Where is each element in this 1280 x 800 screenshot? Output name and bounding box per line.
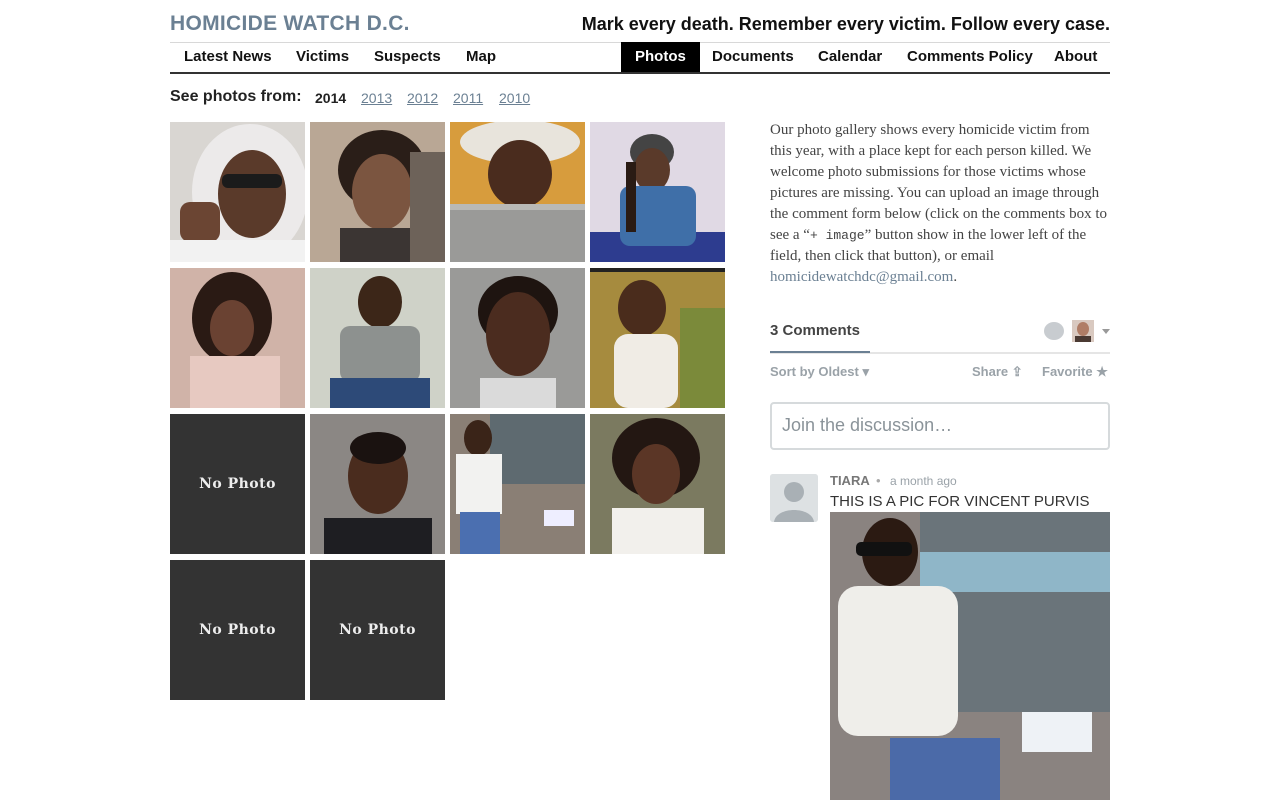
page: HOMICIDE WATCH D.C. Mark every death. Re… <box>170 0 1110 800</box>
nav-about[interactable]: About <box>1040 42 1111 72</box>
victim-photo-image <box>450 268 585 408</box>
nav-documents[interactable]: Documents <box>698 42 808 72</box>
chevron-down-icon: ▾ <box>862 364 870 379</box>
intro-text: Our photo gallery shows every homicide v… <box>770 122 1108 243</box>
user-avatar-icon <box>1072 320 1094 342</box>
year-2012[interactable]: 2012 <box>407 90 438 106</box>
nav-calendar[interactable]: Calendar <box>804 42 896 72</box>
victim-photo[interactable] <box>590 414 725 554</box>
comments-header: 3 Comments <box>770 320 1110 354</box>
share-button[interactable]: Share ⇪ <box>972 364 1023 380</box>
victim-photo[interactable] <box>310 268 445 408</box>
chevron-down-icon[interactable] <box>1102 329 1110 334</box>
nav-comments-policy[interactable]: Comments Policy <box>893 42 1047 72</box>
photo-gallery-intro: Our photo gallery shows every homicide v… <box>770 120 1110 288</box>
victim-photo-image <box>310 268 445 408</box>
victim-photo-image <box>450 122 585 262</box>
notification-bubble-icon[interactable] <box>1044 322 1064 340</box>
favorite-button[interactable]: Favorite ★ <box>1042 364 1108 380</box>
victim-photo[interactable] <box>590 268 725 408</box>
no-photo-label: No Photo <box>199 622 276 638</box>
no-photo-label: No Photo <box>339 622 416 638</box>
comment-photo <box>830 512 1110 800</box>
victim-photo[interactable] <box>170 268 305 408</box>
no-photo-placeholder[interactable]: No Photo <box>170 414 305 554</box>
nav-suspects[interactable]: Suspects <box>360 42 455 72</box>
intro-end: . <box>953 269 958 285</box>
no-photo-placeholder[interactable]: No Photo <box>310 560 445 700</box>
comment-text: THIS IS A PIC FOR VINCENT PURVIS <box>830 493 1090 510</box>
victim-photo[interactable] <box>450 268 585 408</box>
sort-label: Sort by Oldest <box>770 364 859 379</box>
email-link[interactable]: homicidewatchdc@gmail.com <box>770 269 953 285</box>
comments-count-tab[interactable]: 3 Comments <box>770 322 871 353</box>
nav-victims[interactable]: Victims <box>282 42 363 72</box>
commenter-avatar[interactable] <box>770 474 818 522</box>
victim-photo[interactable] <box>310 414 445 554</box>
share-label: Share <box>972 364 1009 379</box>
year-filter: See photos from: 2014 2013 2012 2011 201… <box>170 88 530 108</box>
nav-latest-news[interactable]: Latest News <box>170 42 286 72</box>
victim-photo[interactable] <box>590 122 725 262</box>
default-avatar-icon <box>770 474 818 522</box>
year-2010[interactable]: 2010 <box>499 90 530 106</box>
comment-attached-image[interactable] <box>830 512 1110 800</box>
year-2013[interactable]: 2013 <box>361 90 392 106</box>
year-2011[interactable]: 2011 <box>453 90 483 106</box>
no-photo-placeholder[interactable]: No Photo <box>170 560 305 700</box>
site-tagline: Mark every death. Remember every victim.… <box>581 14 1110 34</box>
intro-code: + image <box>809 228 865 243</box>
no-photo-label: No Photo <box>199 476 276 492</box>
favorite-label: Favorite <box>1042 364 1093 379</box>
victim-photo[interactable] <box>450 122 585 262</box>
site-title[interactable]: HOMICIDE WATCH D.C. <box>170 12 410 36</box>
sort-dropdown[interactable]: Sort by Oldest ▾ <box>770 364 869 380</box>
victim-photo-image <box>310 122 445 262</box>
victim-photo-image <box>170 122 305 262</box>
victim-photo-image <box>450 414 585 554</box>
victim-photo-image <box>590 414 725 554</box>
victim-photo-image <box>310 414 445 554</box>
year-2014[interactable]: 2014 <box>315 90 346 106</box>
victim-photo[interactable] <box>450 414 585 554</box>
comment-timestamp[interactable]: a month ago <box>890 474 957 488</box>
comment-author[interactable]: TIARA <box>830 473 870 488</box>
nav-map[interactable]: Map <box>452 42 510 72</box>
star-icon: ★ <box>1096 364 1108 379</box>
victim-photo-image <box>590 122 725 262</box>
main-nav: Latest News Victims Suspects Map Photos … <box>170 42 1110 74</box>
victim-photo[interactable] <box>170 122 305 262</box>
victim-photo-image <box>170 268 305 408</box>
victim-photo-image <box>590 268 725 408</box>
year-filter-label: See photos from: <box>170 88 302 105</box>
share-icon: ⇪ <box>1011 364 1023 379</box>
comment-input[interactable]: Join the discussion… <box>770 402 1110 450</box>
victim-photo[interactable] <box>310 122 445 262</box>
separator-dot: • <box>876 473 881 488</box>
nav-photos[interactable]: Photos <box>621 42 700 72</box>
user-avatar[interactable] <box>1072 320 1094 342</box>
